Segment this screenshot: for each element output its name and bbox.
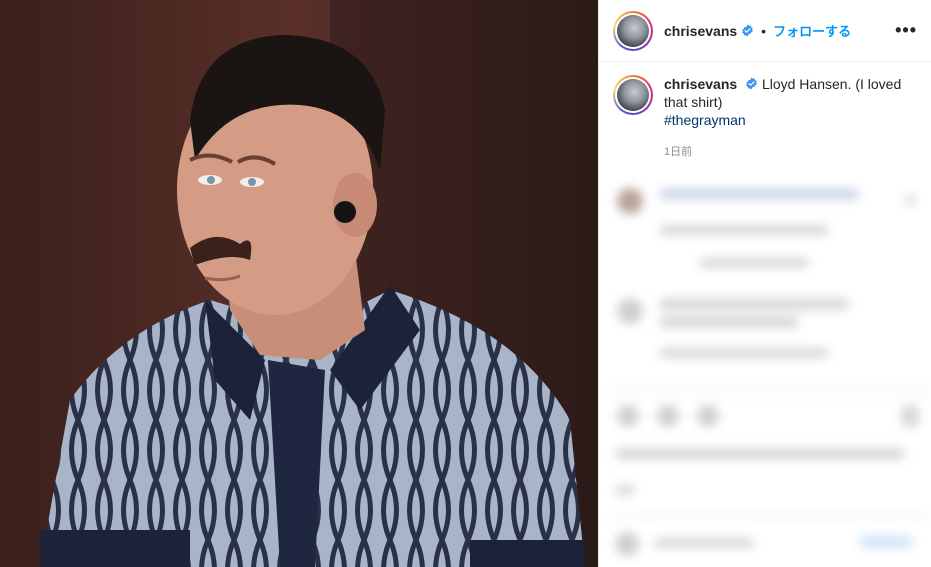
verified-badge-icon — [741, 24, 754, 37]
post-sidebar: chrisevans • フォローする ••• chrisevans Lloyd… — [598, 0, 931, 567]
post-header: chrisevans • フォローする ••• — [599, 0, 931, 62]
more-options-icon[interactable]: ••• — [895, 20, 917, 41]
post-photo[interactable] — [0, 0, 598, 567]
post-image — [0, 0, 598, 567]
separator-dot: • — [761, 22, 767, 39]
hashtag-link[interactable]: #thegrayman — [664, 111, 910, 129]
avatar[interactable] — [613, 10, 653, 51]
post-timestamp[interactable]: 1日前 — [664, 143, 931, 159]
username-link[interactable]: chrisevans — [664, 23, 737, 39]
caption-avatar[interactable] — [613, 75, 653, 115]
follow-button[interactable]: フォローする — [773, 21, 851, 40]
caption-text: chrisevans Lloyd Hansen. (I loved that s… — [664, 75, 910, 129]
caption-username[interactable]: chrisevans — [664, 76, 737, 92]
avatar-image — [617, 14, 649, 47]
verified-badge-icon — [745, 77, 758, 90]
blurred-comments — [609, 170, 931, 567]
post-caption: chrisevans Lloyd Hansen. (I loved that s… — [599, 62, 931, 129]
